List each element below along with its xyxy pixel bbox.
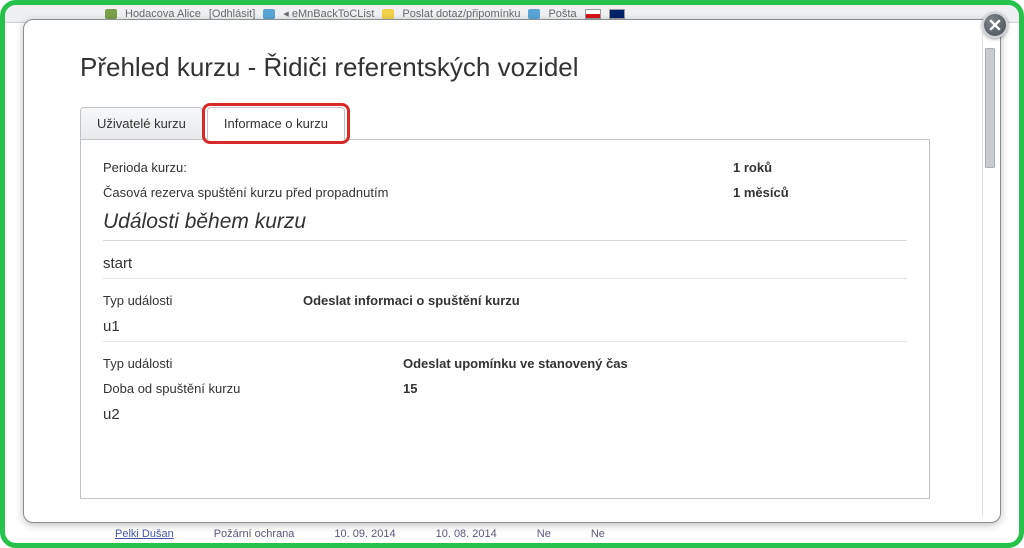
reserve-label: Časová rezerva spuštění kurzu před propa…	[103, 185, 733, 200]
scrollbar-thumb[interactable]	[985, 48, 995, 168]
reserve-value: 1 měsíců	[733, 185, 789, 200]
flag-uk-icon[interactable]	[609, 9, 625, 19]
event-u1-type-value: Odeslat upomínku ve stanovený čas	[403, 356, 628, 371]
bg-bottom-date1: 10. 09. 2014	[334, 528, 395, 540]
modal-content: Přehled kurzu - Řidiči referentských voz…	[32, 28, 978, 514]
event-u1-delay-value: 15	[403, 381, 417, 396]
event-name-u1: u1	[103, 318, 907, 342]
help-icon	[382, 9, 394, 19]
events-heading: Události během kurzu	[103, 210, 907, 241]
bg-bottom-col6: Ne	[591, 528, 605, 540]
bg-bottom-course: Požární ochrana	[214, 528, 295, 540]
user-icon	[105, 9, 117, 19]
bg-bottom-date2: 10. 08. 2014	[436, 528, 497, 540]
period-value: 1 roků	[733, 160, 772, 175]
period-label: Perioda kurzu:	[103, 160, 733, 175]
page-title: Přehled kurzu - Řidiči referentských voz…	[80, 52, 930, 83]
bg-top-mail[interactable]: Pošta	[548, 8, 576, 20]
event-start-type-label: Typ události	[103, 293, 303, 308]
bg-bottom-col5: Ne	[537, 528, 551, 540]
event-u1-row-type: Typ události Odeslat upomínku ve stanove…	[103, 356, 907, 371]
event-u1-row-delay: Doba od spuštění kurzu 15	[103, 381, 907, 396]
event-name-u2: u2	[103, 406, 907, 429]
bg-top-help[interactable]: Poslat dotaz/připomínku	[402, 8, 520, 20]
tab-users[interactable]: Uživatelé kurzu	[80, 107, 203, 140]
tab-users-label: Uživatelé kurzu	[97, 116, 186, 131]
row-period: Perioda kurzu: 1 roků	[103, 160, 907, 175]
back-icon	[263, 9, 275, 19]
tab-info[interactable]: Informace o kurzu	[207, 107, 345, 140]
event-start-row-type: Typ události Odeslat informaci o spuštěn…	[103, 293, 907, 308]
flag-cz-icon[interactable]	[585, 9, 601, 19]
bg-top-user: Hodacova Alice	[125, 8, 201, 20]
event-start-type-value: Odeslat informaci o spuštění kurzu	[303, 293, 520, 308]
bg-bottom-row: Pelki Dušan Požární ochrana 10. 09. 2014…	[5, 525, 1019, 543]
bg-bottom-name[interactable]: Pelki Dušan	[115, 528, 174, 540]
event-u1-delay-label: Doba od spuštění kurzu	[103, 381, 403, 396]
screenshot-frame: Hodacova Alice [Odhlásit] ◂ eMnBackToCLi…	[0, 0, 1024, 548]
event-name-start: start	[103, 255, 907, 279]
tab-info-pane: Perioda kurzu: 1 roků Časová rezerva spu…	[80, 139, 930, 499]
row-reserve: Časová rezerva spuštění kurzu před propa…	[103, 185, 907, 200]
bg-top-logout[interactable]: [Odhlásit]	[209, 8, 255, 20]
course-overview-modal: Přehled kurzu - Řidiči referentských voz…	[23, 19, 1001, 523]
tabs: Uživatelé kurzu Informace o kurzu	[80, 107, 930, 140]
event-u1-type-label: Typ události	[103, 356, 403, 371]
mail-icon	[528, 9, 540, 19]
tab-info-label: Informace o kurzu	[224, 116, 328, 131]
modal-scrollbar[interactable]	[982, 26, 996, 516]
